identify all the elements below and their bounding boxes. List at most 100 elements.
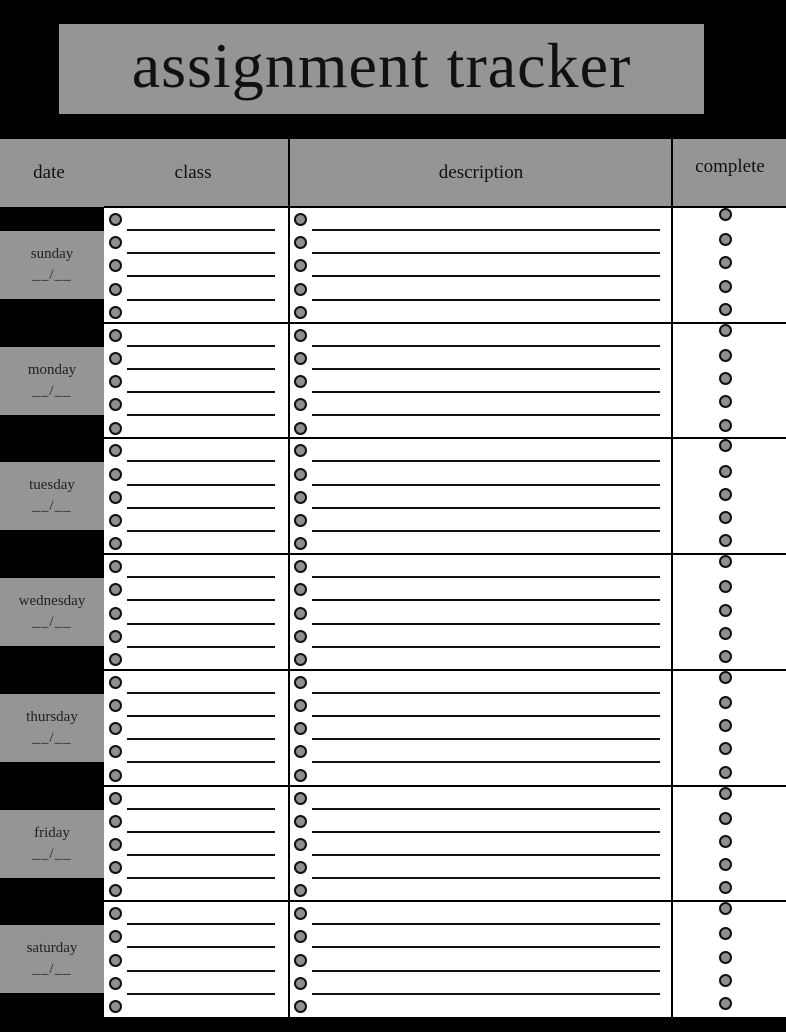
complete-checkbox[interactable] <box>719 511 732 524</box>
complete-checkbox[interactable] <box>719 604 732 617</box>
description-entry-line[interactable] <box>312 715 660 717</box>
class-entry-line[interactable] <box>127 345 275 347</box>
description-entry-line[interactable] <box>312 923 660 925</box>
complete-checkbox[interactable] <box>719 439 732 452</box>
complete-checkbox[interactable] <box>719 951 732 964</box>
complete-checkbox[interactable] <box>719 303 732 316</box>
complete-checkbox[interactable] <box>719 902 732 915</box>
class-entry-line[interactable] <box>127 761 275 763</box>
description-bullet-icon <box>294 537 307 550</box>
description-entry-line[interactable] <box>312 252 660 254</box>
complete-checkbox[interactable] <box>719 766 732 779</box>
description-entry-line[interactable] <box>312 391 660 393</box>
complete-checkbox[interactable] <box>719 927 732 940</box>
description-entry-line[interactable] <box>312 808 660 810</box>
day-date-field[interactable]: __/__ <box>32 267 71 284</box>
description-entry-line[interactable] <box>312 576 660 578</box>
class-entry-line[interactable] <box>127 299 275 301</box>
class-entry-line[interactable] <box>127 831 275 833</box>
complete-checkbox[interactable] <box>719 671 732 684</box>
description-entry-line[interactable] <box>312 946 660 948</box>
class-entry-line[interactable] <box>127 946 275 948</box>
complete-checkbox[interactable] <box>719 280 732 293</box>
class-entry-line[interactable] <box>127 391 275 393</box>
complete-checkbox[interactable] <box>719 580 732 593</box>
class-entry-line[interactable] <box>127 576 275 578</box>
class-entry-line[interactable] <box>127 530 275 532</box>
complete-checkbox[interactable] <box>719 881 732 894</box>
complete-checkbox[interactable] <box>719 372 732 385</box>
complete-checkbox[interactable] <box>719 488 732 501</box>
description-entry-line[interactable] <box>312 299 660 301</box>
description-entry-line[interactable] <box>312 738 660 740</box>
day-date-field[interactable]: __/__ <box>32 383 71 400</box>
description-entry-line[interactable] <box>312 692 660 694</box>
class-entry-line[interactable] <box>127 808 275 810</box>
description-entry-line[interactable] <box>312 275 660 277</box>
complete-checkbox[interactable] <box>719 534 732 547</box>
day-date-field[interactable]: __/__ <box>32 846 71 863</box>
class-entry-line[interactable] <box>127 970 275 972</box>
class-entry-line[interactable] <box>127 368 275 370</box>
complete-checkbox[interactable] <box>719 974 732 987</box>
description-entry-line[interactable] <box>312 646 660 648</box>
complete-checkbox[interactable] <box>719 627 732 640</box>
class-entry-line[interactable] <box>127 738 275 740</box>
class-entry-line[interactable] <box>127 507 275 509</box>
complete-checkbox[interactable] <box>719 696 732 709</box>
complete-checkbox[interactable] <box>719 787 732 800</box>
complete-checkbox[interactable] <box>719 997 732 1010</box>
class-entry-line[interactable] <box>127 877 275 879</box>
description-entry-line[interactable] <box>312 599 660 601</box>
complete-checkbox[interactable] <box>719 858 732 871</box>
complete-checkbox[interactable] <box>719 233 732 246</box>
complete-checkbox[interactable] <box>719 395 732 408</box>
complete-checkbox[interactable] <box>719 256 732 269</box>
description-entry-line[interactable] <box>312 877 660 879</box>
class-entry-line[interactable] <box>127 715 275 717</box>
complete-checkbox[interactable] <box>719 650 732 663</box>
description-entry-line[interactable] <box>312 345 660 347</box>
description-entry-line[interactable] <box>312 507 660 509</box>
description-entry-line[interactable] <box>312 484 660 486</box>
class-entry-line[interactable] <box>127 854 275 856</box>
class-entry-line[interactable] <box>127 993 275 995</box>
complete-checkbox[interactable] <box>719 419 732 432</box>
description-entry-line[interactable] <box>312 831 660 833</box>
day-date-field[interactable]: __/__ <box>32 614 71 631</box>
complete-checkbox[interactable] <box>719 742 732 755</box>
class-entry-line[interactable] <box>127 252 275 254</box>
day-date-field[interactable]: __/__ <box>32 498 71 515</box>
complete-checkbox[interactable] <box>719 719 732 732</box>
class-entry-line[interactable] <box>127 229 275 231</box>
description-entry-line[interactable] <box>312 970 660 972</box>
complete-checkbox[interactable] <box>719 349 732 362</box>
description-entry-line[interactable] <box>312 623 660 625</box>
complete-checkbox[interactable] <box>719 208 732 221</box>
class-entry-line[interactable] <box>127 923 275 925</box>
class-entry-line[interactable] <box>127 623 275 625</box>
complete-checkbox[interactable] <box>719 324 732 337</box>
description-bullet-icon <box>294 884 307 897</box>
description-entry-line[interactable] <box>312 414 660 416</box>
description-entry-line[interactable] <box>312 368 660 370</box>
class-entry-line[interactable] <box>127 460 275 462</box>
class-entry-line[interactable] <box>127 484 275 486</box>
day-date-field[interactable]: __/__ <box>32 730 71 747</box>
day-date-field[interactable]: __/__ <box>32 961 71 978</box>
class-entry-line[interactable] <box>127 692 275 694</box>
complete-checkbox[interactable] <box>719 812 732 825</box>
class-entry-line[interactable] <box>127 646 275 648</box>
complete-checkbox[interactable] <box>719 465 732 478</box>
description-entry-line[interactable] <box>312 854 660 856</box>
description-entry-line[interactable] <box>312 761 660 763</box>
description-entry-line[interactable] <box>312 229 660 231</box>
description-entry-line[interactable] <box>312 530 660 532</box>
class-entry-line[interactable] <box>127 599 275 601</box>
description-entry-line[interactable] <box>312 460 660 462</box>
complete-checkbox[interactable] <box>719 555 732 568</box>
description-entry-line[interactable] <box>312 993 660 995</box>
class-entry-line[interactable] <box>127 414 275 416</box>
complete-checkbox[interactable] <box>719 835 732 848</box>
class-entry-line[interactable] <box>127 275 275 277</box>
